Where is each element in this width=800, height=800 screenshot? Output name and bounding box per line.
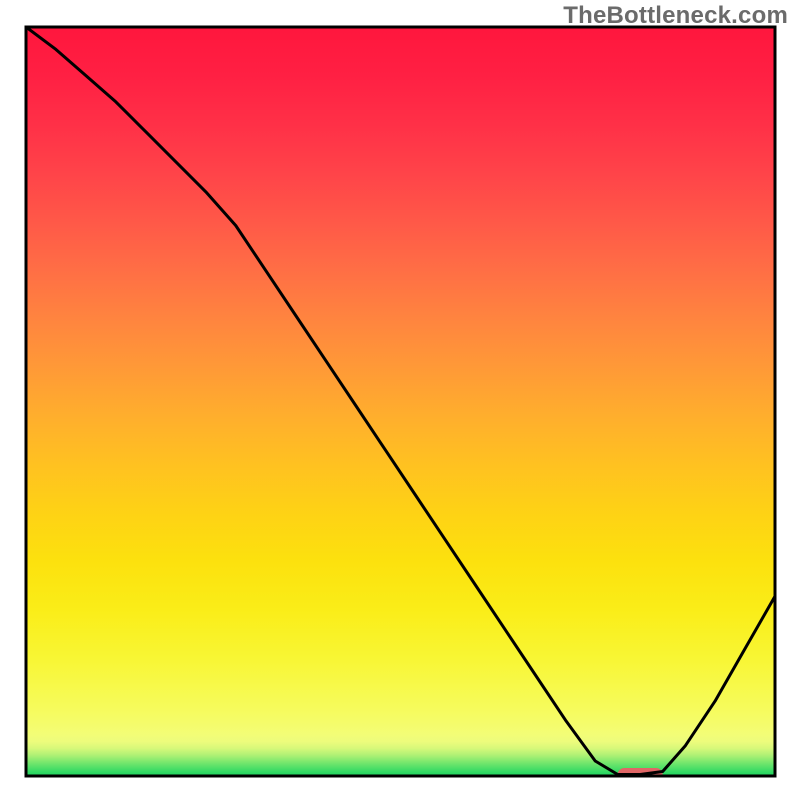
chart-svg [0, 0, 800, 800]
plot-background [26, 27, 775, 776]
chart-container: TheBottleneck.com [0, 0, 800, 800]
